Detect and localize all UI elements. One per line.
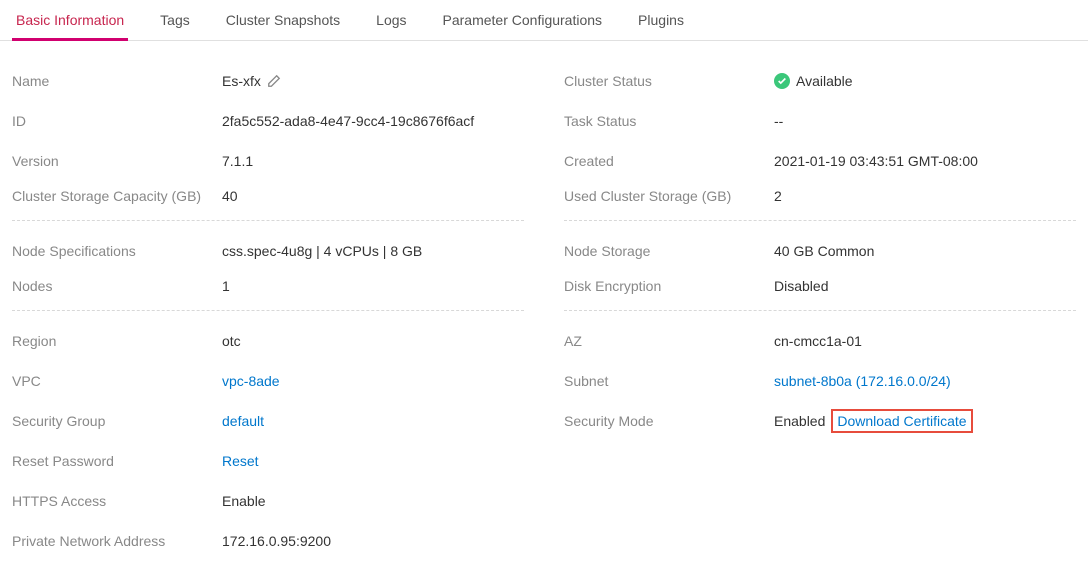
value-security-group: default	[222, 413, 264, 429]
tab-logs[interactable]: Logs	[372, 0, 410, 41]
row-created: Created 2021-01-19 03:43:51 GMT-08:00	[564, 141, 1076, 181]
row-private-network-address: Private Network Address 172.16.0.95:9200	[12, 521, 524, 561]
label-storage-capacity: Cluster Storage Capacity (GB)	[12, 188, 222, 204]
value-nodes: 1	[222, 278, 230, 294]
security-mode-text: Enabled	[774, 413, 825, 429]
status-text: Available	[796, 73, 853, 89]
value-disk-encryption: Disabled	[774, 278, 828, 294]
value-node-storage: 40 GB Common	[774, 243, 874, 259]
label-used-storage: Used Cluster Storage (GB)	[564, 188, 774, 204]
left-column: Name Es-xfx ID 2fa5c552-ada8-4e47-9cc4-1…	[12, 61, 524, 561]
label-task-status: Task Status	[564, 113, 774, 129]
row-nodes: Nodes 1	[12, 271, 524, 311]
download-certificate-link[interactable]: Download Certificate	[837, 413, 966, 429]
row-https-access: HTTPS Access Enable	[12, 481, 524, 521]
tab-plugins[interactable]: Plugins	[634, 0, 688, 41]
label-az: AZ	[564, 333, 774, 349]
row-vpc: VPC vpc-8ade	[12, 361, 524, 401]
row-version: Version 7.1.1	[12, 141, 524, 181]
tab-tags[interactable]: Tags	[156, 0, 194, 41]
row-region: Region otc	[12, 321, 524, 361]
label-disk-encryption: Disk Encryption	[564, 278, 774, 294]
label-name: Name	[12, 73, 222, 89]
tab-parameter-configurations[interactable]: Parameter Configurations	[439, 0, 607, 41]
row-security-group: Security Group default	[12, 401, 524, 441]
security-group-link[interactable]: default	[222, 413, 264, 429]
value-storage-capacity: 40	[222, 188, 238, 204]
label-reset-password: Reset Password	[12, 453, 222, 469]
tab-cluster-snapshots[interactable]: Cluster Snapshots	[222, 0, 344, 41]
label-security-mode: Security Mode	[564, 413, 774, 429]
row-name: Name Es-xfx	[12, 61, 524, 101]
value-version: 7.1.1	[222, 153, 253, 169]
right-column: Cluster Status Available Task Status -- …	[564, 61, 1076, 561]
row-task-status: Task Status --	[564, 101, 1076, 141]
row-reset-password: Reset Password Reset	[12, 441, 524, 481]
download-certificate-highlight: Download Certificate	[831, 409, 972, 433]
vpc-link[interactable]: vpc-8ade	[222, 373, 280, 389]
value-name: Es-xfx	[222, 73, 281, 89]
value-cluster-status: Available	[774, 73, 853, 89]
label-node-spec: Node Specifications	[12, 243, 222, 259]
value-created: 2021-01-19 03:43:51 GMT-08:00	[774, 153, 978, 169]
label-id: ID	[12, 113, 222, 129]
row-subnet: Subnet subnet-8b0a (172.16.0.0/24)	[564, 361, 1076, 401]
tab-basic-information[interactable]: Basic Information	[12, 0, 128, 41]
row-used-storage: Used Cluster Storage (GB) 2	[564, 181, 1076, 221]
value-vpc: vpc-8ade	[222, 373, 280, 389]
label-subnet: Subnet	[564, 373, 774, 389]
status-available-icon	[774, 73, 790, 89]
label-cluster-status: Cluster Status	[564, 73, 774, 89]
label-region: Region	[12, 333, 222, 349]
label-created: Created	[564, 153, 774, 169]
value-az: cn-cmcc1a-01	[774, 333, 862, 349]
row-storage-capacity: Cluster Storage Capacity (GB) 40	[12, 181, 524, 221]
label-version: Version	[12, 153, 222, 169]
row-disk-encryption: Disk Encryption Disabled	[564, 271, 1076, 311]
reset-password-link[interactable]: Reset	[222, 453, 259, 469]
value-https-access: Enable	[222, 493, 266, 509]
basic-info-panel: Name Es-xfx ID 2fa5c552-ada8-4e47-9cc4-1…	[0, 41, 1088, 571]
label-node-storage: Node Storage	[564, 243, 774, 259]
subnet-link[interactable]: subnet-8b0a (172.16.0.0/24)	[774, 373, 951, 389]
tab-bar: Basic Information Tags Cluster Snapshots…	[0, 0, 1088, 41]
name-text: Es-xfx	[222, 73, 261, 89]
edit-name-icon[interactable]	[267, 74, 281, 88]
value-private-network-address: 172.16.0.95:9200	[222, 533, 331, 549]
row-node-spec: Node Specifications css.spec-4u8g | 4 vC…	[12, 231, 524, 271]
label-https-access: HTTPS Access	[12, 493, 222, 509]
label-security-group: Security Group	[12, 413, 222, 429]
value-region: otc	[222, 333, 241, 349]
value-id: 2fa5c552-ada8-4e47-9cc4-19c8676f6acf	[222, 113, 474, 129]
row-az: AZ cn-cmcc1a-01	[564, 321, 1076, 361]
row-security-mode: Security Mode Enabled Download Certifica…	[564, 401, 1076, 441]
value-node-spec: css.spec-4u8g | 4 vCPUs | 8 GB	[222, 243, 422, 259]
row-id: ID 2fa5c552-ada8-4e47-9cc4-19c8676f6acf	[12, 101, 524, 141]
label-nodes: Nodes	[12, 278, 222, 294]
value-security-mode: Enabled Download Certificate	[774, 409, 973, 433]
label-vpc: VPC	[12, 373, 222, 389]
label-private-network-address: Private Network Address	[12, 533, 222, 549]
value-task-status: --	[774, 113, 783, 129]
row-node-storage: Node Storage 40 GB Common	[564, 231, 1076, 271]
value-used-storage: 2	[774, 188, 782, 204]
row-cluster-status: Cluster Status Available	[564, 61, 1076, 101]
value-subnet: subnet-8b0a (172.16.0.0/24)	[774, 373, 951, 389]
value-reset-password: Reset	[222, 453, 259, 469]
